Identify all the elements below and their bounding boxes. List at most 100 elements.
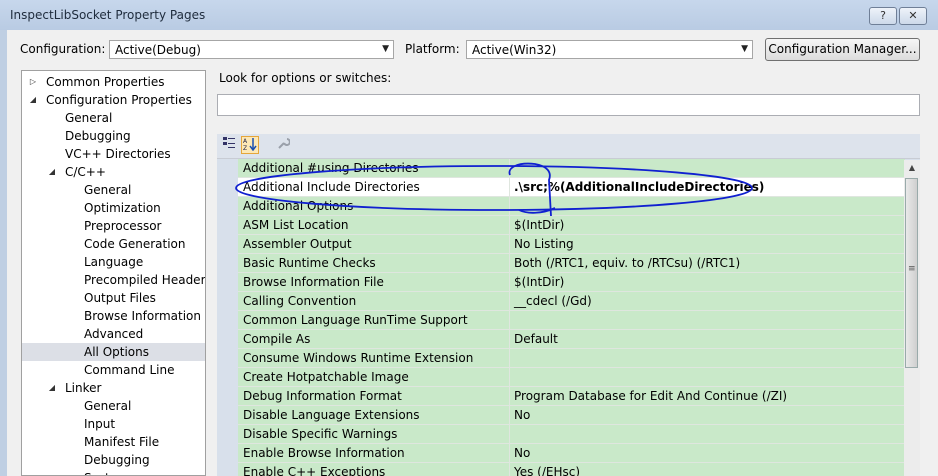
property-value[interactable]: Program Database for Edit And Continue (…	[510, 387, 905, 405]
property-row[interactable]: Additional #using Directories	[238, 159, 905, 178]
property-row[interactable]: Additional Options	[238, 197, 905, 216]
property-tree[interactable]: ▷ Common Properties ◢ Configuration Propert…	[21, 70, 206, 476]
tree-expander-icon[interactable]: ▷	[28, 73, 38, 91]
tree-expander-icon[interactable]: ◢	[47, 163, 57, 181]
svg-text:Z: Z	[243, 145, 247, 151]
title-bar: InspectLibSocket Property Pages ? ✕	[0, 0, 938, 30]
tree-item[interactable]: General	[22, 397, 205, 415]
property-row[interactable]: Assembler Output No Listing	[238, 235, 905, 254]
tree-item-label: Input	[84, 417, 116, 431]
close-button[interactable]: ✕	[899, 7, 927, 25]
tree-item-label: Debugging	[65, 129, 131, 143]
tree-item[interactable]: Language	[22, 253, 205, 271]
grid-scrollbar[interactable]: ▲ ≡	[904, 160, 920, 476]
property-value[interactable]: Default	[510, 330, 905, 348]
property-name: Additional Options	[238, 197, 510, 215]
tree-item-label: Browse Information	[84, 309, 201, 323]
property-name: Disable Language Extensions	[238, 406, 510, 424]
property-name: Basic Runtime Checks	[238, 254, 510, 272]
property-row[interactable]: Disable Specific Warnings	[238, 425, 905, 444]
tree-expander-icon[interactable]: ◢	[28, 91, 38, 109]
property-value[interactable]: $(IntDir)	[510, 273, 905, 291]
help-button[interactable]: ?	[869, 7, 897, 25]
property-row[interactable]: Enable C++ Exceptions Yes (/EHsc)	[238, 463, 905, 476]
property-row[interactable]: Browse Information File $(IntDir)	[238, 273, 905, 292]
property-value[interactable]: Both (/RTC1, equiv. to /RTCsu) (/RTC1)	[510, 254, 905, 272]
property-row[interactable]: Debug Information Format Program Database…	[238, 387, 905, 406]
alphabetical-sort-icon[interactable]: A Z	[241, 136, 259, 154]
platform-dropdown[interactable]: Active(Win32) ▼	[466, 40, 753, 59]
categorized-view-icon[interactable]	[220, 136, 238, 154]
configuration-dropdown[interactable]: Active(Debug) ▼	[109, 40, 394, 59]
property-name: ASM List Location	[238, 216, 510, 234]
tree-item[interactable]: Precompiled Headers	[22, 271, 205, 289]
tree-item[interactable]: Debugging	[22, 451, 205, 469]
tree-item-label: Linker	[65, 381, 102, 395]
scrollbar-thumb[interactable]: ≡	[905, 178, 918, 368]
property-value[interactable]	[510, 311, 905, 329]
tree-item[interactable]: ▷ Common Properties	[22, 73, 205, 91]
tree-item[interactable]: Preprocessor	[22, 217, 205, 235]
property-row[interactable]: Disable Language Extensions No	[238, 406, 905, 425]
tree-item[interactable]: System	[22, 469, 205, 475]
property-row[interactable]: Consume Windows Runtime Extension	[238, 349, 905, 368]
tree-item[interactable]: Input	[22, 415, 205, 433]
grid-toolbar: A Z	[217, 134, 920, 159]
property-row[interactable]: Calling Convention __cdecl (/Gd)	[238, 292, 905, 311]
property-value[interactable]: No Listing	[510, 235, 905, 253]
tree-item[interactable]: VC++ Directories	[22, 145, 205, 163]
tree-item[interactable]: Debugging	[22, 127, 205, 145]
property-value[interactable]: No	[510, 444, 905, 462]
property-name: Additional Include Directories	[238, 178, 510, 196]
property-value[interactable]: $(IntDir)	[510, 216, 905, 234]
property-name: Common Language RunTime Support	[238, 311, 510, 329]
property-value[interactable]	[510, 425, 905, 443]
tree-item[interactable]: Advanced	[22, 325, 205, 343]
property-value[interactable]: Yes (/EHsc)	[510, 463, 905, 476]
tree-item-label: Preprocessor	[84, 219, 162, 233]
property-row[interactable]: ASM List Location $(IntDir)	[238, 216, 905, 235]
property-name: Enable Browse Information	[238, 444, 510, 462]
tree-item[interactable]: ◢ C/C++	[22, 163, 205, 181]
property-value[interactable]	[510, 368, 905, 386]
tree-item[interactable]: Code Generation	[22, 235, 205, 253]
tree-item[interactable]: Output Files	[22, 289, 205, 307]
tree-item-label: Output Files	[84, 291, 156, 305]
property-value[interactable]: No	[510, 406, 905, 424]
property-value[interactable]	[510, 349, 905, 367]
wrench-icon[interactable]	[274, 136, 292, 154]
property-value[interactable]	[510, 159, 905, 177]
tree-expander-icon[interactable]: ◢	[47, 379, 57, 397]
tree-item[interactable]: ◢ Linker	[22, 379, 205, 397]
property-row[interactable]: Enable Browse Information No	[238, 444, 905, 463]
property-value[interactable]: .\src;%(AdditionalIncludeDirectories)	[510, 178, 905, 196]
platform-label: Platform:	[405, 42, 460, 56]
property-name: Browse Information File	[238, 273, 510, 291]
platform-value: Active(Win32)	[472, 43, 557, 57]
tree-item[interactable]: General	[22, 181, 205, 199]
tree-item[interactable]: Optimization	[22, 199, 205, 217]
tree-item-label: Code Generation	[84, 237, 186, 251]
property-name: Enable C++ Exceptions	[238, 463, 510, 476]
tree-item-label: All Options	[84, 345, 149, 359]
property-row[interactable]: Basic Runtime Checks Both (/RTC1, equiv. …	[238, 254, 905, 273]
property-row[interactable]: Create Hotpatchable Image	[238, 368, 905, 387]
property-name: Debug Information Format	[238, 387, 510, 405]
property-value[interactable]	[510, 197, 905, 215]
grip-icon: ≡	[908, 264, 916, 274]
property-row[interactable]: Additional Include Directories .\src;%(Ad…	[238, 178, 905, 197]
tree-item[interactable]: Command Line	[22, 361, 205, 379]
scroll-up-arrow-icon[interactable]: ▲	[904, 160, 920, 176]
tree-item[interactable]: General	[22, 109, 205, 127]
tree-item[interactable]: All Options	[22, 343, 205, 361]
tree-item-label: General	[84, 399, 132, 413]
property-row[interactable]: Compile As Default	[238, 330, 905, 349]
property-value[interactable]: __cdecl (/Gd)	[510, 292, 905, 310]
tree-item[interactable]: Manifest File	[22, 433, 205, 451]
property-row[interactable]: Common Language RunTime Support	[238, 311, 905, 330]
tree-item[interactable]: Browse Information	[22, 307, 205, 325]
configuration-manager-button[interactable]: Configuration Manager...	[765, 38, 920, 61]
tree-item[interactable]: ◢ Configuration Properties	[22, 91, 205, 109]
search-input[interactable]	[217, 94, 920, 116]
dropdown-arrow-icon: ▼	[741, 44, 748, 54]
